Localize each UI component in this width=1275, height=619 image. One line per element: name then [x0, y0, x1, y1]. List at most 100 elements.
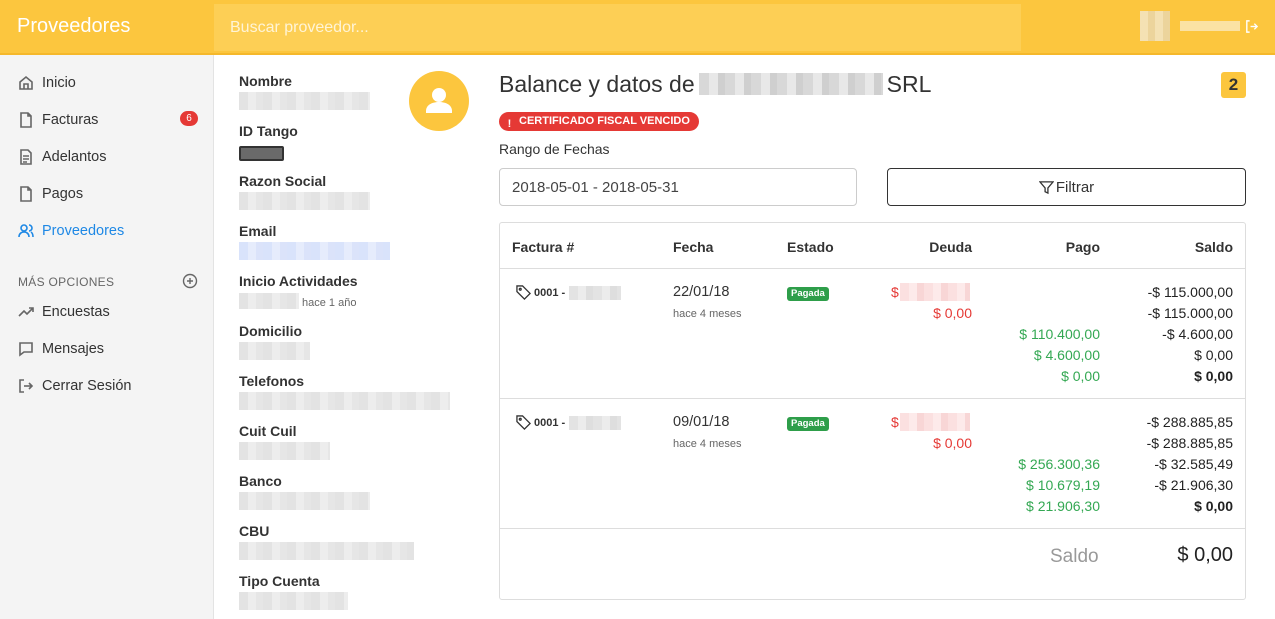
sidebar-item-pagos[interactable]: Pagos — [0, 175, 213, 212]
tag-icon — [516, 285, 531, 300]
sidebar-item-encuestas[interactable]: Encuestas — [0, 293, 213, 330]
divider — [500, 398, 1245, 399]
field-value-id-tango — [239, 146, 284, 161]
pago-amount: $ 110.400,00 — [1019, 326, 1100, 342]
col-header-pago: Pago — [1065, 239, 1100, 255]
saldo-amount: -$ 115.000,00 — [1147, 284, 1233, 300]
saldo-amount: $ 0,00 — [1194, 347, 1233, 363]
field-value-cuit-cuil — [239, 442, 330, 460]
avatar — [409, 71, 469, 131]
trending-up-icon — [18, 306, 34, 317]
provider-details: Nombre ID Tango Razon Social Email Inici… — [214, 55, 484, 619]
sidebar-item-proveedores[interactable]: Proveedores — [0, 212, 213, 249]
user-name — [1180, 21, 1240, 31]
sidebar-item-label: Encuestas — [42, 303, 110, 320]
invoices-table: Factura # Fecha Estado Deuda Pago Saldo … — [499, 222, 1246, 600]
col-header-fecha: Fecha — [673, 239, 714, 255]
app-title[interactable]: Proveedores — [0, 0, 214, 53]
col-header-saldo: Saldo — [1194, 239, 1233, 255]
sidebar-item-label: Proveedores — [42, 222, 125, 239]
saldo-amount: -$ 288.885,85 — [1146, 414, 1233, 430]
field-label-banco: Banco — [239, 473, 282, 489]
invoice-date-relative: hace 4 meses — [673, 438, 742, 450]
avatar[interactable] — [1140, 11, 1170, 41]
page-title-redacted — [698, 73, 883, 95]
top-bar: Proveedores — [0, 0, 1275, 55]
saldo-amount: -$ 32.585,49 — [1154, 456, 1233, 472]
sidebar-item-label: Cerrar Sesión — [42, 377, 132, 394]
page-title-prefix: Balance y datos de — [499, 71, 695, 97]
saldo-total-value: $ 0,00 — [1177, 544, 1233, 566]
invoice-number[interactable]: 0001 - — [516, 285, 622, 300]
deuda-amount-redacted — [900, 413, 970, 431]
pago-amount: $ 10.679,19 — [1026, 477, 1100, 493]
sidebar-item-mensajes[interactable]: Mensajes — [0, 330, 213, 367]
add-circle-icon[interactable] — [182, 273, 198, 289]
saldo-amount: -$ 21.906,30 — [1154, 477, 1233, 493]
invoice-date: 22/01/18 — [673, 284, 730, 300]
sidebar-item-adelantos[interactable]: Adelantos — [0, 138, 213, 175]
field-value-banco — [239, 492, 370, 510]
status-badge: Pagada — [787, 287, 829, 301]
saldo-amount: -$ 115.000,00 — [1147, 305, 1233, 321]
col-header-estado: Estado — [787, 239, 834, 255]
page-title: Balance y datos de SRL — [499, 71, 931, 98]
date-range-input[interactable] — [499, 168, 857, 206]
saldo-total-label: Saldo — [1050, 546, 1099, 567]
field-label-telefonos: Telefonos — [239, 373, 305, 389]
fiscal-warning-label: CERTIFICADO FISCAL VENCIDO — [519, 115, 690, 127]
users-icon — [18, 223, 34, 237]
alert-icon: ! — [507, 118, 512, 130]
sidebar-item-label: Mensajes — [42, 340, 105, 357]
sidebar-item-label: Inicio — [42, 74, 76, 91]
col-header-factura: Factura # — [512, 239, 575, 255]
saldo-amount-final: $ 0,00 — [1194, 498, 1233, 514]
field-value-tipo-cuenta — [239, 592, 348, 610]
sidebar-item-label: Facturas — [42, 111, 99, 128]
field-value-razon-social — [239, 192, 370, 210]
filter-button[interactable]: Filtrar — [887, 168, 1246, 206]
pago-amount: $ 256.300,36 — [1018, 456, 1100, 472]
deuda-amount: $ — [891, 414, 899, 430]
search-input[interactable] — [214, 4, 1021, 51]
logout-icon[interactable] — [1244, 19, 1259, 34]
saldo-amount: -$ 288.885,85 — [1146, 435, 1233, 451]
deuda-amount-redacted — [900, 283, 970, 301]
filter-icon — [1038, 180, 1054, 194]
main-content: Balance y datos de SRL 2 ! CERTIFICADO FI… — [484, 55, 1275, 619]
date-range-label: Rango de Fechas — [499, 141, 610, 157]
invoice-date: 09/01/18 — [673, 414, 730, 430]
field-label-razon-social: Razon Social — [239, 173, 327, 189]
field-label-email: Email — [239, 223, 277, 239]
field-value-inicio-actividades — [239, 293, 299, 309]
field-value-email[interactable] — [239, 242, 390, 260]
field-label-cbu: CBU — [239, 523, 270, 539]
divider — [500, 268, 1245, 269]
sidebar-item-label: Adelantos — [42, 148, 107, 165]
field-value-cbu — [239, 542, 414, 560]
file-text-icon — [20, 148, 32, 165]
deuda-amount: $ — [891, 284, 899, 300]
divider — [500, 528, 1245, 529]
inicio-since: hace 1 año — [302, 297, 357, 309]
field-label-tipo-cuenta: Tipo Cuenta — [239, 573, 320, 589]
field-label-inicio-actividades: Inicio Actividades — [239, 273, 358, 289]
user-menu[interactable] — [1140, 11, 1260, 43]
message-icon — [19, 341, 33, 357]
tag-icon — [516, 415, 531, 430]
home-icon — [19, 75, 33, 90]
sidebar: Inicio Facturas 6 Adelantos Pagos Provee… — [0, 55, 214, 619]
sidebar-item-label: Pagos — [42, 185, 84, 202]
sidebar-item-inicio[interactable]: Inicio — [0, 64, 213, 101]
saldo-amount: -$ 4.600,00 — [1162, 326, 1233, 342]
logout-icon — [19, 378, 34, 393]
field-label-id-tango: ID Tango — [239, 123, 298, 139]
sidebar-item-facturas[interactable]: Facturas 6 — [0, 101, 213, 138]
count-badge: 2 — [1221, 72, 1246, 98]
filter-button-label: Filtrar — [1055, 178, 1095, 196]
field-value-domicilio — [239, 342, 310, 360]
field-label-domicilio: Domicilio — [239, 323, 303, 339]
invoice-number[interactable]: 0001 - — [516, 415, 622, 430]
deuda-amount: $ 0,00 — [933, 305, 972, 321]
sidebar-item-cerrar-sesion[interactable]: Cerrar Sesión — [0, 367, 213, 404]
